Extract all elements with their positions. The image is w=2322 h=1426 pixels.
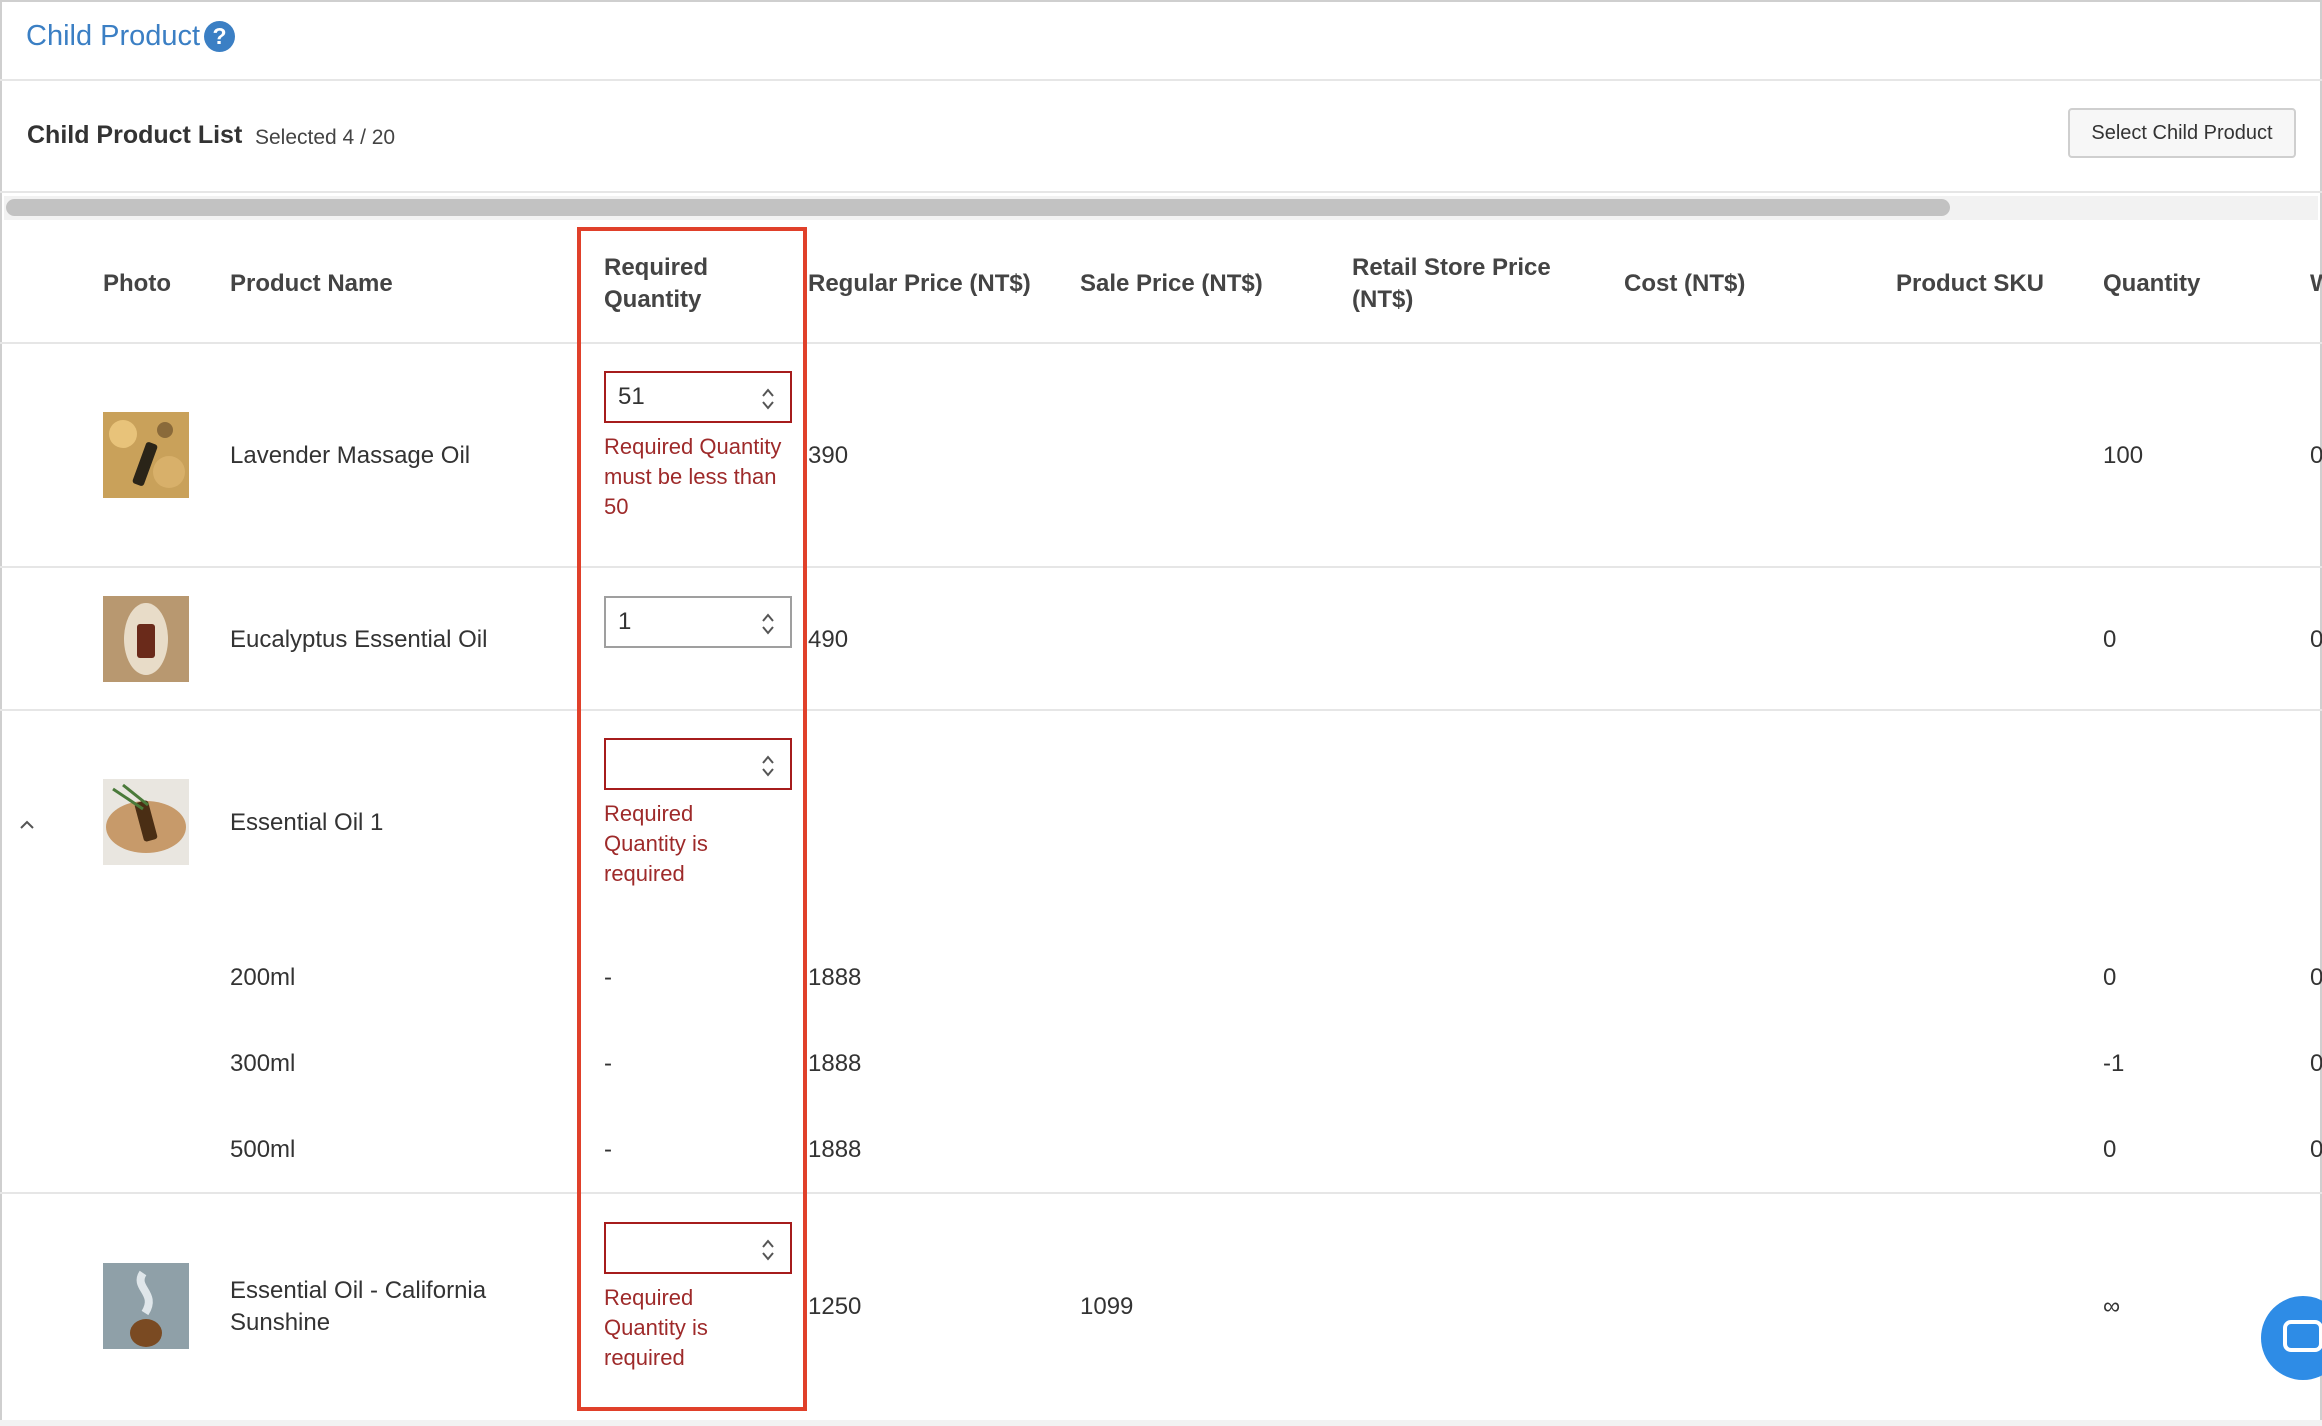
col-cost: Cost (NT$) [1624,270,1746,297]
required-quantity-error: Required Quantity must be less than 50 [604,434,782,519]
regular-price: 390 [808,442,849,469]
spinner-icon[interactable] [760,610,776,638]
required-quantity-input[interactable]: 51 [604,371,792,423]
variant-extra: 0 [2310,1136,2322,1163]
panel-header: Child Product ? [0,0,2322,81]
table-header: Photo Product Name Required Quantity Reg… [0,224,2322,344]
spinner-icon[interactable] [760,752,776,780]
product-name: Essential Oil - California Sunshine [230,1277,487,1336]
product-name: Essential Oil 1 [230,809,384,836]
product-name: Eucalyptus Essential Oil [230,626,488,653]
horizontal-scrollbar-thumb[interactable] [6,199,1950,216]
variant-extra: 0 [2310,964,2322,991]
variant-required-quantity: - [604,1050,612,1077]
variant-quantity: 0 [2103,964,2117,991]
variant-regular-price: 1888 [808,964,862,991]
required-quantity-input[interactable]: 1 [604,596,792,648]
product-photo [103,596,189,682]
col-product-sku: Product SKU [1896,270,2045,297]
list-title: Child Product List [27,121,243,149]
spinner-icon[interactable] [760,1236,776,1264]
quantity: ∞ [2103,1293,2121,1320]
spinner-icon[interactable] [760,385,776,413]
quantity: 0 [2103,626,2117,653]
panel-title: Child Product [26,20,201,52]
col-w: W [2310,270,2322,297]
variant-extra: 0 [2310,1050,2322,1077]
variant-regular-price: 1888 [808,1136,862,1163]
col-sale-price: Sale Price (NT$) [1080,270,1263,297]
variant-quantity: -1 [2103,1050,2125,1077]
select-child-product-button[interactable]: Select Child Product [2068,108,2296,158]
col-photo: Photo [103,270,171,297]
col-regular-price: Regular Price (NT$) [808,270,1031,297]
required-quantity-value: 51 [618,383,645,410]
product-photo [103,412,189,498]
required-quantity-value: 1 [618,608,632,635]
quantity: 100 [2103,442,2144,469]
row-divider [0,709,2322,711]
product-photo [103,779,189,865]
chevron-up-icon[interactable] [18,818,36,832]
regular-price: 1250 [808,1293,862,1320]
variant-name: 300ml [230,1050,296,1077]
variant-quantity: 0 [2103,1136,2117,1163]
question-circle-icon[interactable]: ? [204,21,235,52]
product-name: Lavender Massage Oil [230,442,471,469]
required-quantity-input[interactable] [604,738,792,790]
required-quantity-error: Required Quantity is required [604,1285,708,1370]
row-divider [0,1192,2322,1194]
col-product-name: Product Name [230,270,393,297]
bottom-edge [0,1420,2322,1426]
col-quantity: Quantity [2103,270,2201,297]
col-required-quantity: Required Quantity [604,254,709,313]
chat-icon [2283,1320,2322,1352]
variant-required-quantity: - [604,964,612,991]
sale-price: 1099 [1080,1293,1134,1320]
required-quantity-input[interactable] [604,1222,792,1274]
selected-count: Selected 4 / 20 [255,126,396,149]
variant-name: 500ml [230,1136,296,1163]
extra-value: 0 [2310,442,2322,469]
variant-required-quantity: - [604,1136,612,1163]
list-toolbar: Child Product List Selected 4 / 20 Selec… [0,81,2322,193]
regular-price: 490 [808,626,849,653]
extra-value: 0 [2310,626,2322,653]
product-photo [103,1263,189,1349]
variant-name: 200ml [230,964,296,991]
row-divider [0,566,2322,568]
col-retail-store-price: Retail Store Price (NT$) [1352,254,1551,313]
required-quantity-error: Required Quantity is required [604,801,708,886]
variant-regular-price: 1888 [808,1050,862,1077]
